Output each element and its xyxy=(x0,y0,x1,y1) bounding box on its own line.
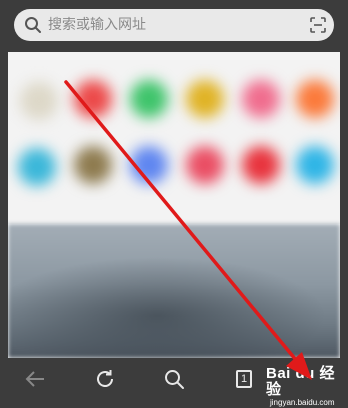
watermark-brand: Bai du 经验 xyxy=(266,365,336,398)
page-content xyxy=(8,52,340,358)
top-bar: 搜索或输入网址 xyxy=(0,0,348,52)
shortcut-icon[interactable] xyxy=(186,146,224,184)
shortcut-icon[interactable] xyxy=(18,148,56,186)
scan-icon[interactable] xyxy=(310,17,326,33)
shortcut-icon[interactable] xyxy=(74,146,112,184)
shortcut-icon[interactable] xyxy=(296,146,334,184)
shortcut-icon[interactable] xyxy=(74,80,112,118)
search-placeholder: 搜索或输入网址 xyxy=(48,17,146,33)
refresh-icon[interactable] xyxy=(94,368,116,390)
shortcut-icon[interactable] xyxy=(242,80,280,118)
banner-shadow xyxy=(8,252,340,358)
watermark: Bai du 经验 jingyan.baidu.com xyxy=(266,366,348,408)
shortcut-icon[interactable] xyxy=(130,80,168,118)
shortcut-icon[interactable] xyxy=(296,80,334,118)
shortcut-grid xyxy=(8,52,340,224)
search-icon xyxy=(25,17,41,33)
shortcut-icon[interactable] xyxy=(186,80,224,118)
tabs-icon[interactable]: 1 xyxy=(236,370,252,388)
shortcut-icon[interactable] xyxy=(20,82,58,120)
search-input[interactable]: 搜索或输入网址 xyxy=(14,9,334,41)
find-icon[interactable] xyxy=(163,368,185,390)
shortcut-icon[interactable] xyxy=(130,146,168,184)
shortcut-icon[interactable] xyxy=(242,146,280,184)
back-arrow-icon[interactable] xyxy=(24,368,46,390)
tab-count-label: 1 xyxy=(240,373,248,385)
